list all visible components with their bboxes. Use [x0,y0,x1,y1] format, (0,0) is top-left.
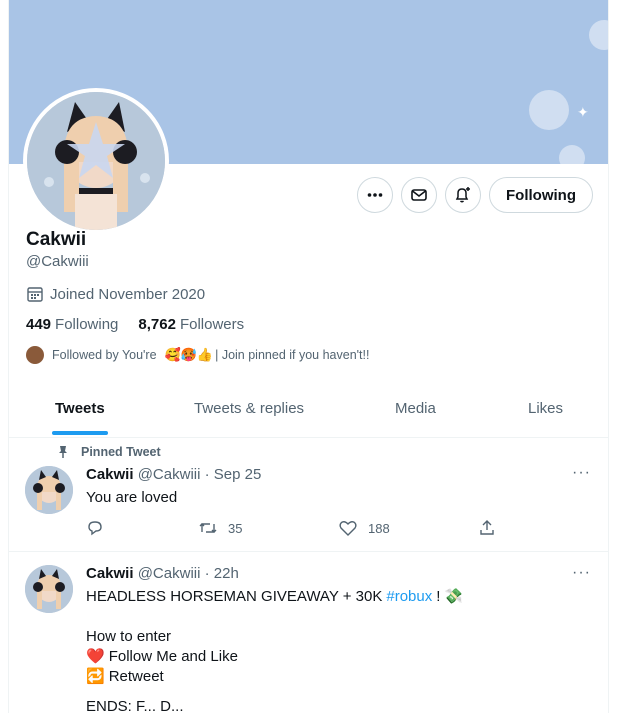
followers-label: Followers [179,316,245,333]
tweet-time[interactable]: · Sep 25 [205,466,262,483]
tweet-text: HEADLESS HORSEMAN GIVEAWAY + 30K #robux … [86,587,586,713]
followers-count: 8,762 [138,316,176,333]
followers-count-link[interactable]: 8,762 Followers [138,316,244,333]
tweet-header: Cakwii @Cakwiii · Sep 25 [86,466,261,483]
reply-icon [88,521,102,536]
tweet-text: You are loved [86,489,178,506]
like-button[interactable]: 188 [338,519,478,537]
tweet-line-text: Retweet [108,668,164,685]
heart-emoji-icon: ❤️ [86,648,105,665]
following-count-link[interactable]: 449 Following [26,316,118,333]
pinned-text: Pinned Tweet [81,445,161,459]
tab-likes[interactable]: Likes [528,400,563,417]
tab-tweets[interactable]: Tweets [55,400,105,417]
following-button[interactable]: Following [489,177,593,213]
retweet-icon [199,523,217,533]
banner-bokeh [529,90,569,130]
tweet-divider [9,551,608,552]
tab-media[interactable]: Media [395,400,436,417]
repeat-emoji-icon: 🔁 [86,668,105,685]
follower-avatar [26,346,44,364]
emoji-group: 🥰🥵👍 [164,347,214,362]
banner-bokeh [559,145,585,164]
notify-button[interactable] [445,177,482,213]
tab-tweets-replies[interactable]: Tweets & replies [194,400,304,417]
joined-date: Joined November 2020 [26,285,205,303]
hashtag-link[interactable]: #robux [386,587,432,607]
tweet-line: HEADLESS HORSEMAN GIVEAWAY + 30K #robux … [86,587,586,607]
tweet-header: Cakwii @Cakwiii · 22h [86,565,239,582]
tweet-avatar[interactable] [25,466,73,514]
profile-tabs: Tweets Tweets & replies Media Likes [9,387,608,438]
message-button[interactable] [401,177,438,213]
banner-bokeh [589,20,608,50]
tweet-line: How to enter [86,628,172,645]
pinned-label: Pinned Tweet [57,445,161,459]
follow-counts: 449 Following 8,762 Followers [26,316,244,333]
pin-icon [59,446,67,458]
retweet-button[interactable]: 35 [198,519,338,537]
tweet-author-handle[interactable]: @Cakwiii [138,466,201,483]
following-label: Following [55,316,119,333]
heart-icon [339,521,357,536]
tweet-line: 🔁 Retweet [86,667,586,687]
share-button[interactable] [478,519,496,537]
share-icon [480,520,494,535]
envelope-icon [411,189,427,201]
tweet-avatar[interactable] [25,565,73,613]
tweet-time[interactable]: · 22h [205,565,239,582]
calendar-icon [27,287,43,302]
tweet-metrics: 35 188 [86,519,526,537]
tweet-line: ❤️ Follow Me and Like [86,647,586,667]
followed-by-text: Followed by You're [52,348,157,362]
tweet-author-name[interactable]: Cakwii [86,466,134,483]
followed-by[interactable]: Followed by You're 🥰🥵👍 | Join pinned if … [26,346,369,364]
sparkle-icon: ✦ [577,104,589,120]
profile-name: Cakwii [26,229,87,250]
tweet-more-icon[interactable]: ··· [572,464,591,482]
profile-avatar[interactable] [23,88,169,234]
active-tab-indicator [52,431,108,435]
reply-button[interactable] [86,519,198,537]
profile-actions: Following [357,177,593,213]
tweet-line-text: HEADLESS HORSEMAN GIVEAWAY + 30K [86,588,383,605]
tweet-author-name[interactable]: Cakwii [86,565,134,582]
tweet-line-text: ! [436,588,441,605]
retweet-count: 35 [228,520,243,536]
joined-text: Joined November 2020 [50,285,206,303]
followed-by-suffix: | Join pinned if you haven't!! [215,348,370,362]
like-count: 188 [368,520,390,536]
more-button[interactable] [357,177,394,213]
tweet-line-text: Follow Me and Like [108,648,238,665]
money-emoji-icon: 💸 [444,588,464,605]
tweet-more-icon[interactable]: ··· [572,564,591,582]
bell-plus-icon [455,187,471,203]
following-count: 449 [26,316,52,333]
profile-page: ✦ Following Cakwii @Cakwiii Joined Novem… [8,0,609,713]
tweet-author-handle[interactable]: @Cakwiii [138,565,201,582]
profile-handle: @Cakwiii [26,253,89,270]
more-icon [367,193,383,197]
tweet-line: ENDS: F... D... [86,698,184,713]
